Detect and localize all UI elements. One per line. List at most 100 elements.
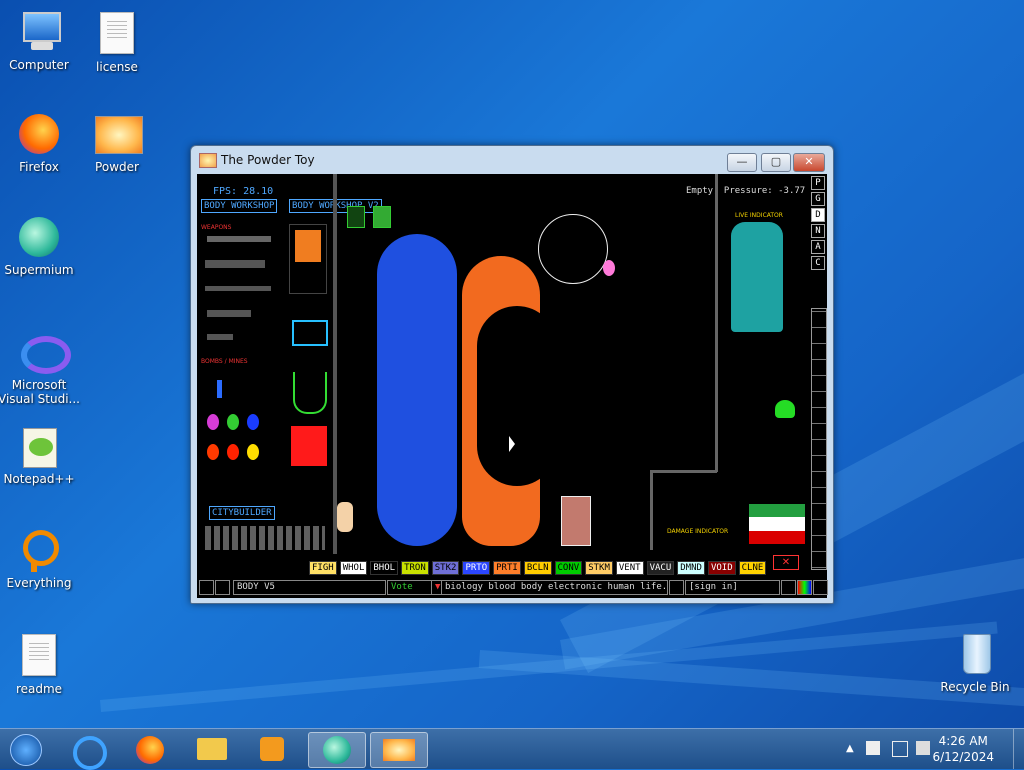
save-name-field[interactable]: BODY V5 (233, 580, 386, 595)
side-button-n[interactable]: N (811, 224, 825, 238)
weapon-rifle-2[interactable] (205, 260, 265, 268)
computer-icon (17, 10, 61, 54)
element-tag-whol[interactable]: WHOL (339, 561, 368, 575)
side-button-p[interactable]: P (811, 176, 825, 190)
vote-up-button[interactable]: Vote (387, 580, 432, 595)
element-tag-figh[interactable]: FIGH (309, 561, 337, 575)
element-tag-tron[interactable]: TRON (401, 561, 429, 575)
grenade-purple[interactable] (207, 414, 219, 430)
grenade-yellow[interactable] (247, 444, 259, 460)
weapon-sniper[interactable] (205, 286, 271, 291)
element-tag-void[interactable]: VOID (707, 561, 736, 575)
tab-body-workshop[interactable]: BODY WORKSHOP (201, 199, 278, 213)
desktop-icon-label: Firefox (19, 160, 59, 174)
start-button[interactable] (6, 732, 46, 766)
claw-tool[interactable] (293, 372, 327, 414)
show-desktop-button[interactable] (1013, 729, 1024, 769)
tags-text: biology blood body electronic human life… (445, 582, 668, 592)
network-icon[interactable] (892, 741, 908, 757)
live-indicator-label: LIVE INDICATOR (735, 212, 783, 219)
desktop-icon-label: Supermium (4, 263, 74, 277)
window-title: The Powder Toy (221, 153, 315, 167)
element-tag-prto[interactable]: PRTO (462, 561, 491, 575)
show-hidden-icons-button[interactable]: ▲ (846, 743, 854, 754)
red-block-tool[interactable] (291, 426, 327, 466)
element-tag-vent[interactable]: VENT (615, 561, 644, 575)
window-titlebar[interactable]: The Powder Toy — ▢ ✕ (191, 146, 833, 174)
mouse-cursor (509, 436, 515, 452)
weapon-slot-orange[interactable] (289, 224, 327, 294)
reload-icon[interactable] (215, 580, 230, 595)
desktop-icon-computer[interactable]: Computer (0, 10, 83, 72)
renderer-icon[interactable] (797, 580, 812, 595)
grenade-red-2[interactable] (227, 444, 239, 460)
powder-toy-window[interactable]: The Powder Toy — ▢ ✕ FPS: 28.10 BODY WOR… (190, 145, 834, 604)
desktop-icon-firefox[interactable]: Firefox (0, 112, 83, 174)
taskbar-powder-toy[interactable] (370, 732, 428, 768)
close-button[interactable]: ✕ (793, 153, 825, 172)
minimize-button[interactable]: — (727, 153, 757, 172)
desktop-icon-label: license (96, 60, 138, 74)
side-button-d[interactable]: D (811, 208, 825, 222)
side-button-a[interactable]: A (811, 240, 825, 254)
taskbar-supermium[interactable] (308, 732, 366, 768)
game-canvas-area[interactable]: FPS: 28.10 BODY WORKSHOP BODY WORKSHOP V… (197, 174, 828, 598)
element-tag-prti[interactable]: PRTI (493, 561, 521, 575)
element-tag-conv[interactable]: CONV (554, 561, 583, 575)
element-tag-vacu[interactable]: VACU (646, 561, 675, 575)
taskbar-media-player[interactable] (244, 732, 300, 766)
pink-particles (603, 260, 615, 276)
side-button-c[interactable]: C (811, 256, 825, 270)
desktop-icon-label: readme (15, 682, 63, 696)
sign-in-button[interactable]: [sign in] (685, 580, 780, 595)
desktop-icon-readme[interactable]: readme (0, 632, 83, 696)
notepadpp-icon (17, 424, 61, 468)
category-menu[interactable] (811, 308, 827, 570)
grenade-green[interactable] (227, 414, 239, 430)
citybuilder-button[interactable]: CITYBUILDER (209, 506, 275, 520)
bomb-blue[interactable] (217, 380, 222, 398)
open-save-icon[interactable] (199, 580, 214, 595)
clear-button[interactable]: ✕ (773, 555, 799, 570)
settings-icon[interactable] (781, 580, 796, 595)
firefox-icon (17, 112, 61, 156)
weapon-rifle-1[interactable] (207, 236, 271, 242)
brush-circle (538, 214, 608, 284)
weapon-smg[interactable] (207, 310, 251, 317)
weapon-pistol[interactable] (207, 334, 233, 340)
element-tag-stkm[interactable]: STKM (585, 561, 613, 575)
pause-icon[interactable] (813, 580, 828, 595)
element-tag-dmnd[interactable]: DMND (677, 561, 705, 575)
rotate-button[interactable] (347, 206, 365, 228)
grenade-red[interactable] (207, 444, 219, 460)
element-tag-bcln[interactable]: BCLN (523, 561, 552, 575)
desktop-icon-recycle-bin[interactable]: Recycle Bin (931, 632, 1019, 694)
desktop-icon-powder[interactable]: Powder (73, 112, 161, 174)
maximize-button[interactable]: ▢ (761, 153, 791, 172)
tags-field[interactable]: biology blood body electronic human life… (441, 580, 668, 595)
volume-muted-icon[interactable] (916, 741, 930, 755)
desktop-icon-supermium[interactable]: Supermium (0, 215, 83, 277)
powder-toy-app-icon (199, 153, 217, 168)
report-icon[interactable] (669, 580, 684, 595)
grenade-blue[interactable] (247, 414, 259, 430)
desktop-icon-notepadpp[interactable]: Notepad++ (0, 424, 83, 486)
taskbar-ie[interactable] (62, 732, 118, 770)
taskbar-explorer[interactable] (184, 732, 240, 766)
clock[interactable]: 4:26 AM 6/12/2024 (932, 733, 994, 765)
element-tag-clne[interactable]: CLNE (738, 561, 767, 575)
green-button[interactable] (373, 206, 391, 228)
visual-studio-icon (17, 330, 71, 374)
element-tag-stk2[interactable]: STK2 (431, 561, 460, 575)
weapon-slot-cyan[interactable] (292, 320, 328, 346)
sign-in-label: [sign in] (689, 582, 738, 592)
right-divider (715, 174, 718, 472)
panel-divider (333, 174, 337, 554)
desktop-icon-license[interactable]: license (73, 10, 161, 74)
side-button-g[interactable]: G (811, 192, 825, 206)
element-tag-bhol[interactable]: BHOL (370, 561, 399, 575)
taskbar-firefox[interactable] (122, 732, 178, 766)
action-center-flag-icon[interactable] (866, 741, 880, 755)
desktop-icon-visual-studio[interactable]: Microsoft Visual Studi... (0, 330, 83, 406)
desktop-icon-everything[interactable]: Everything (0, 528, 83, 590)
